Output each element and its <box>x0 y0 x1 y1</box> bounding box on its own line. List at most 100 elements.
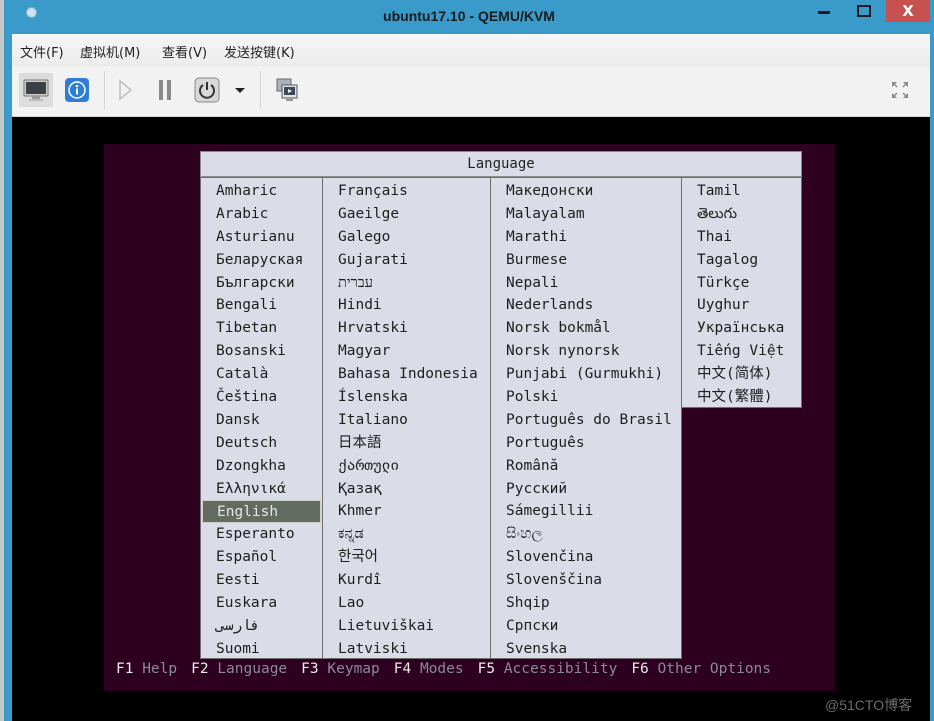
language-option[interactable]: Galego <box>323 226 490 249</box>
language-option[interactable]: Slovenčina <box>491 546 681 569</box>
language-option[interactable]: 한국어 <box>323 546 490 569</box>
language-option[interactable]: Sámegillii <box>491 500 681 523</box>
language-option[interactable]: සිංහල <box>491 523 681 546</box>
language-option[interactable]: Bengali <box>201 294 322 317</box>
language-option[interactable]: Dzongkha <box>201 455 322 478</box>
run-button[interactable] <box>108 73 142 107</box>
language-option[interactable]: Gujarati <box>323 249 490 272</box>
language-option[interactable]: Punjabi (Gurmukhi) <box>491 363 681 386</box>
maximize-button[interactable] <box>844 0 884 22</box>
language-option[interactable]: Ελληνικά <box>201 478 322 501</box>
language-option[interactable]: Українська <box>682 317 801 340</box>
language-option[interactable]: Suomi <box>201 638 322 661</box>
language-option[interactable]: Latviski <box>323 638 490 661</box>
menu-view[interactable]: 查看(V) <box>162 42 207 61</box>
f4-key[interactable]: F4 <box>394 661 411 677</box>
language-option[interactable]: Български <box>201 272 322 295</box>
language-option[interactable]: Íslenska <box>323 386 490 409</box>
f2-language[interactable]: Language <box>217 661 287 677</box>
language-option[interactable]: Bosanski <box>201 340 322 363</box>
f1-help[interactable]: Help <box>142 661 177 677</box>
language-option[interactable]: Norsk bokmål <box>491 317 681 340</box>
menu-virtual-machine[interactable]: 虚拟机(M) <box>80 42 140 61</box>
language-option[interactable]: Tagalog <box>682 249 801 272</box>
language-option[interactable]: Français <box>323 180 490 203</box>
language-option[interactable]: Català <box>201 363 322 386</box>
language-option[interactable]: Hrvatski <box>323 317 490 340</box>
language-option[interactable]: Српски <box>491 615 681 638</box>
language-option[interactable]: 日本語 <box>323 432 490 455</box>
language-option[interactable]: Eesti <box>201 569 322 592</box>
language-option[interactable]: Tamil <box>682 180 801 203</box>
language-option[interactable]: Burmese <box>491 249 681 272</box>
shutdown-menu-button[interactable] <box>230 73 250 107</box>
f2-key[interactable]: F2 <box>191 661 208 677</box>
f3-keymap[interactable]: Keymap <box>327 661 379 677</box>
language-option[interactable]: Nederlands <box>491 294 681 317</box>
language-option[interactable]: Marathi <box>491 226 681 249</box>
menu-file[interactable]: 文件(F) <box>20 42 64 61</box>
language-option[interactable]: Português do Brasil <box>491 409 681 432</box>
language-option[interactable]: Türkçe <box>682 272 801 295</box>
language-option[interactable]: Amharic <box>201 180 322 203</box>
menu-send-key[interactable]: 发送按键(K) <box>224 42 295 61</box>
language-option[interactable]: Thai <box>682 226 801 249</box>
f1-key[interactable]: F1 <box>116 661 133 677</box>
language-option[interactable]: Euskara <box>201 592 322 615</box>
language-option[interactable]: Esperanto <box>201 523 322 546</box>
language-option[interactable]: తెలుగు <box>682 203 801 226</box>
language-option[interactable]: Magyar <box>323 340 490 363</box>
f6-other-options[interactable]: Other Options <box>658 661 772 677</box>
language-option[interactable]: Svenska <box>491 638 681 661</box>
language-option[interactable]: Português <box>491 432 681 455</box>
language-option[interactable]: Čeština <box>201 386 322 409</box>
language-option[interactable]: Македонски <box>491 180 681 203</box>
language-option[interactable]: Română <box>491 455 681 478</box>
snapshots-button[interactable] <box>270 73 304 107</box>
language-option[interactable]: Tibetan <box>201 317 322 340</box>
language-option[interactable]: Shqip <box>491 592 681 615</box>
language-option[interactable]: Lietuviškai <box>323 615 490 638</box>
language-option[interactable]: Malayalam <box>491 203 681 226</box>
title-bar[interactable]: ubuntu17.10 - QEMU/KVM X <box>4 0 934 32</box>
language-option[interactable]: Dansk <box>201 409 322 432</box>
language-option[interactable]: فارسی <box>201 615 322 638</box>
language-option[interactable]: Русский <box>491 478 681 501</box>
f5-accessibility[interactable]: Accessibility <box>504 661 618 677</box>
shutdown-button[interactable] <box>190 73 224 107</box>
language-option[interactable]: 中文(繁體) <box>682 386 801 409</box>
f5-key[interactable]: F5 <box>478 661 495 677</box>
language-option[interactable]: Tiếng Việt <box>682 340 801 363</box>
f3-key[interactable]: F3 <box>301 661 318 677</box>
language-option[interactable]: Italiano <box>323 409 490 432</box>
language-option[interactable]: Polski <box>491 386 681 409</box>
f4-modes[interactable]: Modes <box>420 661 464 677</box>
language-option[interactable]: Khmer <box>323 500 490 523</box>
language-option[interactable]: Español <box>201 546 322 569</box>
language-option[interactable]: Arabic <box>201 203 322 226</box>
language-option[interactable]: עברית <box>323 272 490 295</box>
close-button[interactable]: X <box>886 0 930 22</box>
language-option[interactable]: Kurdî <box>323 569 490 592</box>
language-option[interactable]: Asturianu <box>201 226 322 249</box>
language-option[interactable]: Gaeilge <box>323 203 490 226</box>
language-option[interactable]: Беларуская <box>201 249 322 272</box>
language-option[interactable]: Nepali <box>491 272 681 295</box>
fullscreen-button[interactable] <box>890 80 910 100</box>
language-option[interactable]: ಕನ್ನಡ <box>323 523 490 546</box>
f6-key[interactable]: F6 <box>631 661 648 677</box>
language-option[interactable]: Norsk nynorsk <box>491 340 681 363</box>
language-option[interactable]: Bahasa Indonesia <box>323 363 490 386</box>
minimize-button[interactable] <box>804 0 844 22</box>
language-option-selected[interactable]: English <box>202 500 321 524</box>
language-option[interactable]: Қазақ <box>323 478 490 501</box>
language-option[interactable]: 中文(简体) <box>682 363 801 386</box>
language-option[interactable]: Deutsch <box>201 432 322 455</box>
details-button[interactable] <box>60 73 94 107</box>
language-option[interactable]: ქართული <box>323 455 490 478</box>
pause-button[interactable] <box>148 73 182 107</box>
language-option[interactable]: Uyghur <box>682 294 801 317</box>
language-option[interactable]: Slovenščina <box>491 569 681 592</box>
language-option[interactable]: Hindi <box>323 294 490 317</box>
console-button[interactable] <box>19 73 53 107</box>
